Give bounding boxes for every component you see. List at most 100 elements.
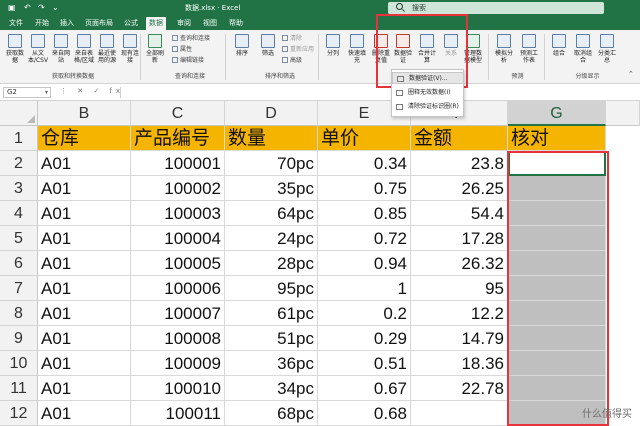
table-cell[interactable]: A01 [38,376,131,401]
row-header-3[interactable]: 3 [0,176,38,201]
properties-button[interactable]: 属性 [172,46,192,54]
table-cell[interactable]: 28pc [225,251,318,276]
redo-icon[interactable]: ↷ [38,3,45,13]
manage-data-model-button[interactable]: 管理数据模型 [462,34,484,68]
tab-view[interactable]: 视图 [200,17,220,30]
table-cell[interactable]: 0.72 [318,226,411,251]
subtotal-button[interactable]: 分类汇总 [596,34,618,68]
edit-links-button[interactable]: 编辑链接 [172,57,204,65]
table-cell[interactable]: 17.28 [411,226,508,251]
from-text-csv-button[interactable]: 从文本/CSV [27,34,49,68]
row-header-9[interactable]: 9 [0,326,38,351]
header-cell[interactable]: 核对 [508,126,606,151]
table-cell[interactable] [508,176,606,201]
existing-connections-button[interactable]: 现有连接 [119,34,141,68]
table-cell[interactable] [508,376,606,401]
table-cell[interactable]: 12.2 [411,301,508,326]
forecast-sheet-button[interactable]: 预测工作表 [518,34,540,68]
reapply-button[interactable]: 重新应用 [282,46,314,54]
tab-file[interactable]: 文件 [6,17,26,30]
clear-filter-button[interactable]: 清除 [282,35,302,43]
table-cell[interactable] [508,226,606,251]
autosave-icon[interactable]: ▣ [8,3,16,13]
table-cell[interactable]: 100004 [131,226,225,251]
tab-data[interactable]: 数据 [146,17,166,30]
collapse-ribbon-icon[interactable]: ⌃ [628,70,634,78]
header-cell[interactable]: 金额 [411,126,508,151]
table-cell[interactable]: 14.79 [411,326,508,351]
table-cell[interactable]: 100003 [131,201,225,226]
table-cell[interactable]: A01 [38,326,131,351]
table-cell[interactable]: 100006 [131,276,225,301]
formula-icons[interactable]: ⋮ ✕ ✓ fx [60,87,124,95]
advanced-filter-button[interactable]: 高级 [282,57,302,65]
row-header-2[interactable]: 2 [0,151,38,176]
table-cell[interactable]: 0.67 [318,376,411,401]
tab-home[interactable]: 开始 [32,17,52,30]
search-box[interactable]: 搜索 [388,2,604,14]
table-cell[interactable]: 100007 [131,301,225,326]
consolidate-button[interactable]: 合并计算 [416,34,438,68]
column-header-d[interactable]: D [225,101,318,126]
table-cell[interactable]: A01 [38,401,131,426]
table-cell[interactable]: 100005 [131,251,225,276]
table-cell[interactable]: 64pc [225,201,318,226]
table-cell[interactable]: A01 [38,201,131,226]
row-header-5[interactable]: 5 [0,226,38,251]
table-cell[interactable] [508,201,606,226]
table-cell[interactable]: 26.25 [411,176,508,201]
table-cell[interactable]: 100009 [131,351,225,376]
table-cell[interactable]: A01 [38,176,131,201]
column-header-g[interactable]: G [508,101,606,126]
tab-review[interactable]: 审阅 [174,17,194,30]
table-cell[interactable]: 0.75 [318,176,411,201]
ungroup-button[interactable]: 取消组合 [572,34,594,68]
tab-page-layout[interactable]: 页面布局 [82,17,116,30]
queries-connections-button[interactable]: 查询和连接 [172,35,210,43]
select-all-corner[interactable] [0,101,38,126]
table-cell[interactable]: 24pc [225,226,318,251]
table-cell[interactable]: 100011 [131,401,225,426]
table-cell[interactable]: 70pc [225,151,318,176]
table-cell[interactable]: 0.34 [318,151,411,176]
table-cell[interactable]: A01 [38,301,131,326]
from-web-button[interactable]: 来自网站 [50,34,72,68]
column-header-c[interactable]: C [131,101,225,126]
table-cell[interactable]: 100008 [131,326,225,351]
table-cell[interactable]: 68pc [225,401,318,426]
table-cell[interactable]: 35pc [225,176,318,201]
table-cell[interactable]: 95 [411,276,508,301]
row-header-8[interactable]: 8 [0,301,38,326]
table-cell[interactable] [411,401,508,426]
refresh-all-button[interactable]: 全部刷新 [144,34,166,68]
menu-item-data-validation[interactable]: 数据验证(V)... [392,72,464,84]
column-header-b[interactable]: B [38,101,131,126]
table-cell[interactable] [508,351,606,376]
table-cell[interactable]: 95pc [225,276,318,301]
table-cell[interactable]: 0.94 [318,251,411,276]
table-cell[interactable]: 54.4 [411,201,508,226]
group-button[interactable]: 组合 [548,34,570,68]
menu-item-circle-invalid[interactable]: 圈释无效数据(I) [392,87,464,99]
header-cell[interactable]: 数量 [225,126,318,151]
table-cell[interactable]: 36pc [225,351,318,376]
what-if-analysis-button[interactable]: 模拟分析 [493,34,515,68]
table-cell[interactable]: 1 [318,276,411,301]
row-header-4[interactable]: 4 [0,201,38,226]
table-cell[interactable]: 100010 [131,376,225,401]
table-cell[interactable]: 0.29 [318,326,411,351]
table-cell[interactable]: A01 [38,351,131,376]
row-header-12[interactable]: 12 [0,401,38,426]
header-cell[interactable]: 单价 [318,126,411,151]
table-cell[interactable]: 26.32 [411,251,508,276]
get-data-button[interactable]: 获取数据 [4,34,26,68]
table-cell[interactable]: 61pc [225,301,318,326]
table-cell[interactable]: 51pc [225,326,318,351]
table-cell[interactable]: 34pc [225,376,318,401]
sort-button[interactable]: 排序 [231,34,253,68]
row-header-11[interactable]: 11 [0,376,38,401]
table-cell[interactable]: 0.2 [318,301,411,326]
row-header-7[interactable]: 7 [0,276,38,301]
table-cell[interactable]: 0.85 [318,201,411,226]
table-cell[interactable]: A01 [38,151,131,176]
